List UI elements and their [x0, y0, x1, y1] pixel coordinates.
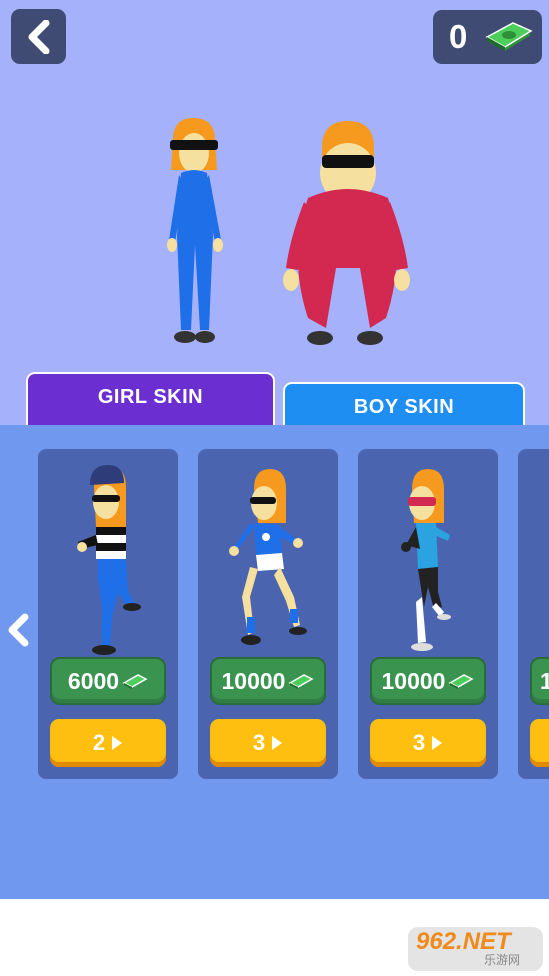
ads-count: 2 — [92, 730, 106, 755]
cash-stack-icon — [485, 22, 533, 51]
soccer-skin-figure — [229, 469, 307, 645]
watch-ads-button[interactable]: 3 — [210, 719, 326, 767]
ads-count: 3 — [252, 730, 266, 755]
tab-girl-skin[interactable]: GIRL SKIN — [26, 372, 275, 427]
site-watermark: 962.NET 乐游网 — [408, 927, 543, 971]
watch-ads-button[interactable]: 3 — [370, 719, 486, 767]
money-count: 0 — [449, 18, 468, 55]
price-button[interactable]: 10000 — [210, 657, 326, 705]
character-preview-area: 0 GIRL SKIN BOY SKIN — [0, 0, 549, 427]
watch-ads-button[interactable] — [530, 719, 549, 767]
boy-character — [283, 121, 410, 345]
price-label: 6000 — [67, 667, 120, 694]
carousel-prev-arrow[interactable] — [6, 613, 32, 647]
chevron-left-icon — [28, 19, 49, 54]
price-label: 10000 — [381, 667, 446, 694]
ninja-skin-figure — [401, 469, 451, 651]
cash-icon — [288, 674, 315, 689]
footer-bar: 962.NET 乐游网 — [0, 899, 549, 976]
play-icon — [272, 736, 283, 750]
cash-icon — [448, 674, 475, 689]
price-label: 10000 — [221, 667, 286, 694]
play-icon — [432, 736, 443, 750]
price-button[interactable]: 6000 — [50, 657, 166, 705]
money-counter: 0 — [433, 10, 542, 64]
play-icon — [112, 736, 123, 750]
skin-card[interactable]: 10000 3 — [358, 449, 498, 779]
tab-boy-skin[interactable]: BOY SKIN — [283, 382, 525, 427]
back-button[interactable] — [11, 9, 66, 64]
price-button[interactable]: 1 — [530, 657, 549, 705]
skin-card[interactable]: 1 — [518, 449, 549, 779]
watch-ads-button[interactable]: 2 — [50, 719, 166, 767]
ads-count: 3 — [412, 730, 426, 755]
skin-card[interactable]: 10000 3 — [198, 449, 338, 779]
watermark-sub: 乐游网 — [484, 953, 521, 967]
price-button[interactable]: 10000 — [370, 657, 486, 705]
girl-character — [167, 118, 223, 343]
price-label: 1 — [540, 667, 549, 694]
skin-shop-panel: 6000 2 10000 3 10000 3 1 — [0, 425, 549, 899]
skin-card[interactable]: 6000 2 — [38, 449, 178, 779]
cash-icon — [122, 674, 148, 689]
burglar-skin-figure — [77, 465, 141, 655]
